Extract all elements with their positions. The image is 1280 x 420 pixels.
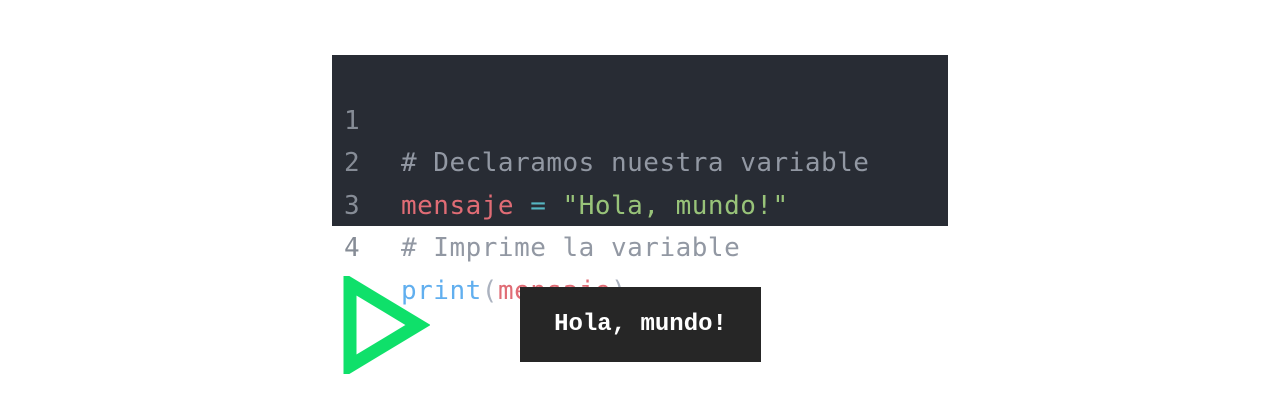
code-line: 4 print(mensaje) (332, 185, 948, 306)
code-comment: # Imprime la variable (401, 233, 741, 263)
play-icon (343, 276, 430, 374)
page: 1 # Declaramos nuestra variable 2 mensaj… (0, 0, 1280, 420)
code-text: # Imprime la variable (401, 227, 740, 270)
output-console: Hola, mundo! (520, 287, 761, 362)
code-line: 1 # Declaramos nuestra variable (332, 57, 948, 179)
line-number: 4 (344, 233, 361, 263)
code-paren-open: ( (481, 275, 498, 306)
code-editor: 1 # Declaramos nuestra variable 2 mensaj… (332, 55, 948, 306)
code-line: 3 # Imprime la variable (332, 142, 948, 264)
code-line: 2 mensaje = "Hola, mundo!" (332, 100, 948, 221)
output-text: Hola, mundo! (554, 311, 727, 338)
